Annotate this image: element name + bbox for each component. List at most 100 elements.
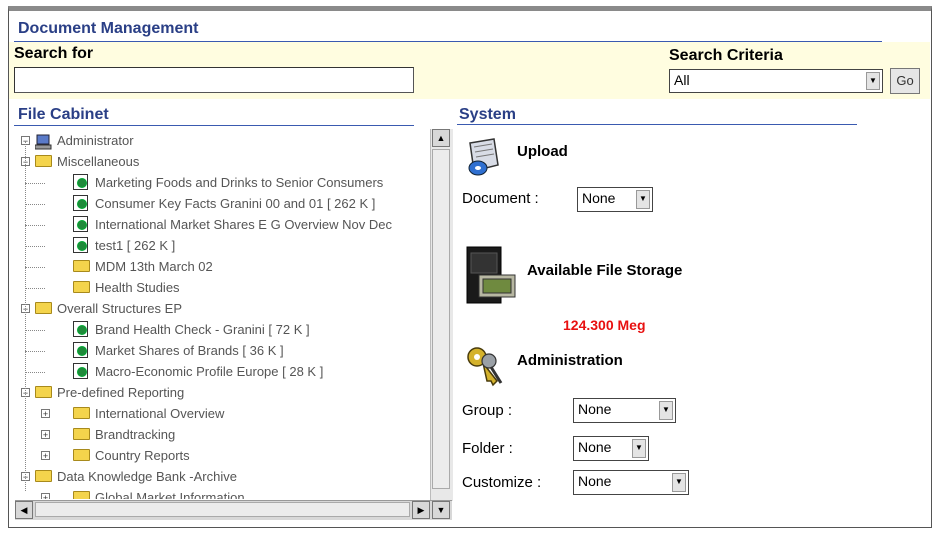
scroll-down-arrow-icon[interactable]: ▼ (432, 501, 450, 519)
tree-item-row[interactable]: MDM 13th March 02 (15, 257, 428, 277)
scroll-up-arrow-icon[interactable]: ▲ (432, 129, 450, 147)
group-select[interactable]: None ▼ (573, 398, 676, 423)
tree-item-label: Brand Health Check - Granini [ 72 K ] (95, 322, 310, 337)
tree-item-label: International Overview (95, 406, 225, 421)
tree-connector (25, 225, 45, 226)
tree-item-row[interactable]: + Country Reports (15, 446, 428, 466)
tree-folder-row[interactable]: − Pre-defined Reporting (15, 383, 428, 403)
folder-icon (35, 155, 52, 167)
tree-connector (25, 267, 45, 268)
tree-item-row[interactable]: + Global Market Information (15, 488, 428, 499)
customize-label: Customize : (462, 474, 542, 491)
tree-item-row[interactable]: Macro-Economic Profile Europe [ 28 K ] (15, 362, 428, 382)
search-label: Search for (14, 45, 94, 62)
customize-select[interactable]: None ▼ (573, 470, 689, 495)
tree-folder-row[interactable]: − Data Knowledge Bank -Archive (15, 467, 428, 487)
folder-icon (73, 428, 90, 440)
document-icon (73, 363, 88, 379)
document-select[interactable]: None ▼ (577, 187, 653, 212)
search-criteria-select[interactable]: All ▼ (669, 69, 883, 93)
tree-item-label: MDM 13th March 02 (95, 259, 213, 274)
search-criteria-value: All (674, 72, 690, 88)
expand-icon[interactable]: + (41, 409, 50, 419)
tree-connector (25, 372, 45, 373)
tree-item-label: Market Shares of Brands [ 36 K ] (95, 343, 284, 358)
folder-icon (73, 281, 90, 293)
go-button[interactable]: Go (890, 68, 920, 94)
chevron-down-icon[interactable]: ▼ (672, 473, 686, 492)
tree-item-label: Pre-defined Reporting (57, 385, 185, 400)
document-icon (73, 174, 88, 190)
expand-icon[interactable]: + (41, 430, 50, 440)
page-title: Document Management (18, 20, 199, 37)
expand-icon[interactable]: + (41, 451, 50, 461)
scroll-left-arrow-icon[interactable]: ◀ (15, 501, 33, 519)
tree-item-label: Data Knowledge Bank -Archive (57, 469, 237, 484)
tree-item-label: Miscellaneous (57, 154, 140, 169)
chevron-down-icon[interactable]: ▼ (659, 401, 673, 420)
folder-icon (73, 407, 90, 419)
document-icon (73, 342, 88, 358)
folder-icon (73, 449, 90, 461)
document-select-value: None (582, 190, 616, 206)
chevron-down-icon[interactable]: ▼ (636, 190, 650, 209)
file-storage-heading: Available File Storage (527, 262, 683, 279)
folder-select-value: None (578, 439, 612, 455)
chevron-down-icon[interactable]: ▼ (632, 439, 646, 458)
file-storage-value: 124.300 Meg (563, 317, 646, 333)
folder-icon (35, 302, 52, 314)
administration-keys-icon (463, 345, 507, 389)
tree-item-row[interactable]: Marketing Foods and Drinks to Senior Con… (15, 173, 428, 193)
administration-heading: Administration (517, 352, 623, 369)
folder-icon (35, 470, 52, 482)
document-icon (73, 216, 88, 232)
tree-item-label: Macro-Economic Profile Europe [ 28 K ] (95, 364, 324, 379)
tree-item-row[interactable]: + Brandtracking (15, 425, 428, 445)
chevron-down-icon[interactable]: ▼ (866, 72, 880, 90)
system-title: System (459, 106, 516, 123)
file-tree: − Administrator − Miscellaneous Marketing Fo… (15, 129, 428, 499)
tree-connector (25, 330, 45, 331)
tree-folder-row[interactable]: − Administrator (15, 131, 428, 151)
tree-item-label: Country Reports (95, 448, 190, 463)
tree-item-label: Consumer Key Facts Granini 00 and 01 [ 2… (95, 196, 376, 211)
folder-icon (35, 386, 52, 398)
tree-horizontal-scrollbar[interactable]: ◀ ▶ ▼ (15, 500, 452, 520)
expand-icon[interactable]: + (41, 493, 50, 499)
document-icon (73, 321, 88, 337)
system-rule (457, 124, 857, 125)
scroll-h-thumb[interactable] (35, 502, 410, 517)
tree-item-label: Health Studies (95, 280, 180, 295)
tree-item-row[interactable]: Health Studies (15, 278, 428, 298)
customize-select-value: None (578, 473, 612, 489)
upload-heading: Upload (517, 143, 568, 160)
folder-label: Folder : (462, 440, 513, 457)
scroll-right-arrow-icon[interactable]: ▶ (412, 501, 430, 519)
tree-connector (25, 351, 45, 352)
tree-item-row[interactable]: Consumer Key Facts Granini 00 and 01 [ 2… (15, 194, 428, 214)
scroll-thumb[interactable] (432, 149, 450, 489)
folder-icon (73, 260, 90, 272)
tree-item-row[interactable]: Market Shares of Brands [ 36 K ] (15, 341, 428, 361)
search-input[interactable] (14, 67, 414, 93)
tree-item-label: Overall Structures EP (57, 301, 182, 316)
document-icon (73, 237, 88, 253)
tree-connector (25, 246, 45, 247)
tree-item-label: Marketing Foods and Drinks to Senior Con… (95, 175, 384, 190)
folder-select[interactable]: None ▼ (573, 436, 649, 461)
tree-item-row[interactable]: test1 [ 262 K ] (15, 236, 428, 256)
tree-item-label: Brandtracking (95, 427, 176, 442)
tree-folder-row[interactable]: − Overall Structures EP (15, 299, 428, 319)
document-icon (73, 195, 88, 211)
group-label: Group : (462, 402, 513, 419)
tree-item-label: Administrator (57, 133, 134, 148)
tree-vertical-scrollbar[interactable]: ▲ (430, 129, 453, 501)
tree-item-row[interactable]: + International Overview (15, 404, 428, 424)
tree-item-row[interactable]: International Market Shares E G Overview… (15, 215, 428, 235)
tree-guide-line (25, 141, 26, 491)
tree-folder-row[interactable]: − Miscellaneous (15, 152, 428, 172)
tree-item-row[interactable]: Brand Health Check - Granini [ 72 K ] (15, 320, 428, 340)
group-select-value: None (578, 401, 612, 417)
upload-icon (464, 135, 506, 179)
folder-icon (73, 491, 90, 499)
